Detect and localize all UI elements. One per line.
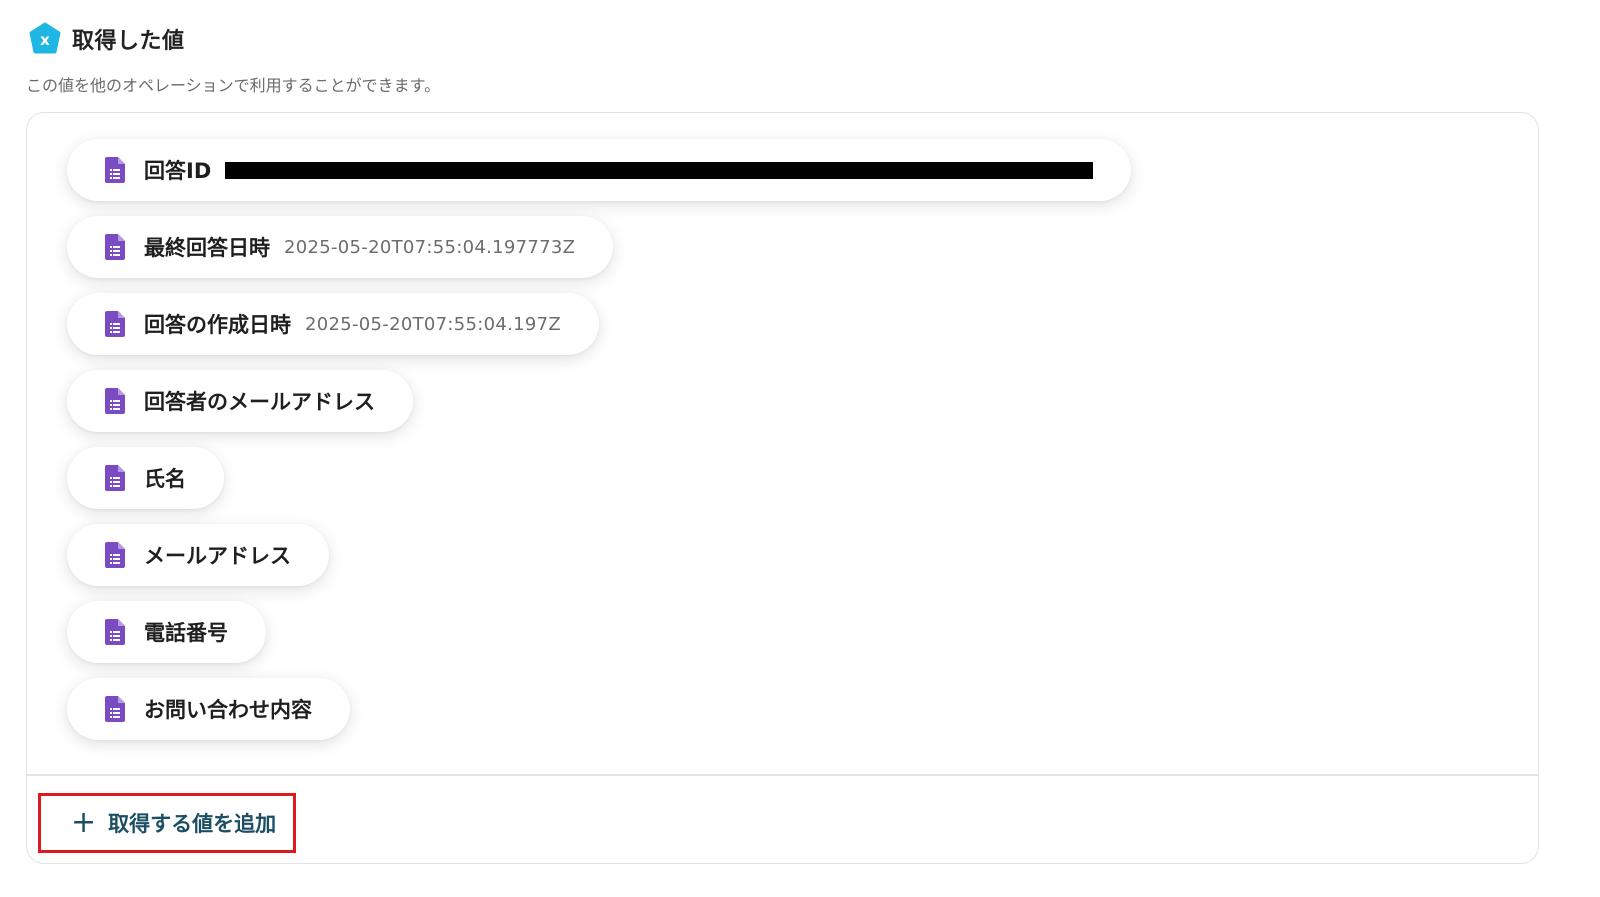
value-chip-created-time[interactable]: 回答の作成日時 2025-05-20T07:55:04.197Z <box>67 293 600 355</box>
chip-label: 電話番号 <box>144 621 228 645</box>
value-chip-list: 回答ID 最終回答日時 2025-05-20T07:55:04.197773Z <box>67 139 1132 740</box>
value-chip-inquiry[interactable]: お問い合わせ内容 <box>67 678 350 740</box>
value-chip-last-response-time[interactable]: 最終回答日時 2025-05-20T07:55:04.197773Z <box>67 216 614 278</box>
value-chip-respondent-email[interactable]: 回答者のメールアドレス <box>67 370 413 432</box>
section-title: 取得した値 <box>72 29 185 54</box>
value-chip-phone[interactable]: 電話番号 <box>67 601 266 663</box>
google-forms-doc-icon <box>105 388 125 414</box>
section-header: x 取得した値 <box>28 22 185 56</box>
chip-label: お問い合わせ内容 <box>144 698 312 722</box>
google-forms-doc-icon <box>105 465 125 491</box>
chip-label: メールアドレス <box>144 544 291 568</box>
google-forms-doc-icon <box>105 234 125 260</box>
google-forms-doc-icon <box>105 311 125 337</box>
chip-value: 2025-05-20T07:55:04.197773Z <box>284 236 576 258</box>
chip-label: 回答ID <box>144 159 212 183</box>
chip-label: 回答者のメールアドレス <box>144 390 375 414</box>
google-forms-doc-icon <box>105 619 125 645</box>
google-forms-doc-icon <box>105 157 125 183</box>
values-panel: 回答ID 最終回答日時 2025-05-20T07:55:04.197773Z <box>26 112 1539 864</box>
value-chip-name[interactable]: 氏名 <box>67 447 224 509</box>
svg-text:x: x <box>40 31 50 49</box>
google-forms-doc-icon <box>105 542 125 568</box>
chip-label: 氏名 <box>144 467 186 491</box>
google-forms-doc-icon <box>105 696 125 722</box>
add-value-label: 取得する値を追加 <box>108 812 277 836</box>
x-variable-icon: x <box>28 22 62 56</box>
value-chip-response-id[interactable]: 回答ID <box>67 139 1132 201</box>
plus-icon: + <box>71 805 97 840</box>
value-chip-email[interactable]: メールアドレス <box>67 524 329 586</box>
section-description: この値を他のオペレーションで利用することができます。 <box>26 76 441 95</box>
add-value-highlight: + 取得する値を追加 <box>38 793 296 853</box>
chip-label: 最終回答日時 <box>144 236 270 260</box>
panel-divider <box>27 774 1538 776</box>
redacted-value <box>225 161 1094 179</box>
chip-label: 回答の作成日時 <box>144 313 291 337</box>
chip-value: 2025-05-20T07:55:04.197Z <box>305 313 562 335</box>
add-value-button[interactable]: + 取得する値を追加 <box>71 808 276 838</box>
